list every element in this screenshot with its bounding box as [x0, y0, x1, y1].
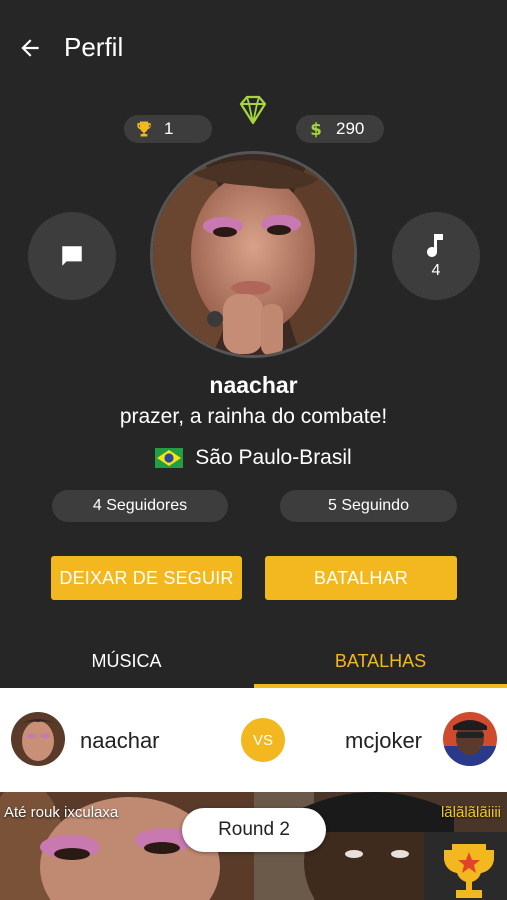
preview-left-caption: Até rouk ixculaxa — [4, 804, 119, 821]
unfollow-button[interactable]: DEIXAR DE SEGUIR — [51, 556, 242, 600]
coin-value: 290 — [336, 119, 365, 138]
following-count[interactable]: 5 Seguindo — [280, 490, 457, 522]
tab-music[interactable]: MÚSICA — [0, 634, 253, 688]
battle-button[interactable]: BATALHAR — [265, 556, 457, 600]
trophy-value: 1 — [164, 119, 174, 138]
profile-bio: prazer, a rainha do combate! — [119, 405, 388, 428]
coin-balance: $ 290 — [296, 115, 384, 143]
profile-location: São Paulo-Brasil — [0, 446, 507, 470]
brazil-flag-icon — [155, 448, 184, 468]
vs-badge: VS — [241, 718, 285, 762]
player-left-name: naachar — [80, 728, 160, 753]
chat-button[interactable] — [28, 212, 116, 300]
player-right-name: mcjoker — [345, 728, 423, 753]
dollar-icon: $ — [306, 119, 326, 139]
music-count: 4 — [431, 262, 441, 279]
round-indicator: Round 2 — [182, 808, 326, 852]
trophy-icon — [134, 119, 154, 139]
profile-tabs: MÚSICA BATALHAS — [0, 634, 507, 688]
tab-battles[interactable]: BATALHAS — [254, 634, 507, 688]
back-button[interactable] — [14, 32, 46, 64]
location-text: São Paulo-Brasil — [195, 446, 352, 469]
chat-icon — [62, 246, 82, 266]
svg-text:$: $ — [310, 120, 322, 139]
back-arrow-icon — [21, 39, 39, 57]
page-title: Perfil — [64, 32, 124, 62]
trophy-count: 1 — [124, 115, 212, 143]
player-right-avatar[interactable] — [443, 712, 497, 766]
battle-card[interactable]: naachar VS mcjoker — [0, 688, 507, 792]
music-button[interactable]: 4 — [392, 212, 480, 300]
profile-username: naachar — [209, 372, 298, 398]
trophy-badge-icon — [444, 844, 494, 898]
profile-avatar[interactable] — [150, 151, 357, 358]
player-left-avatar[interactable] — [11, 712, 65, 766]
diamond-icon — [239, 95, 267, 125]
music-note-icon — [427, 234, 443, 257]
preview-right-caption: lãlãlãlãiiii — [440, 804, 501, 821]
app-header: Perfil — [0, 0, 507, 96]
followers-count[interactable]: 4 Seguidores — [52, 490, 228, 522]
